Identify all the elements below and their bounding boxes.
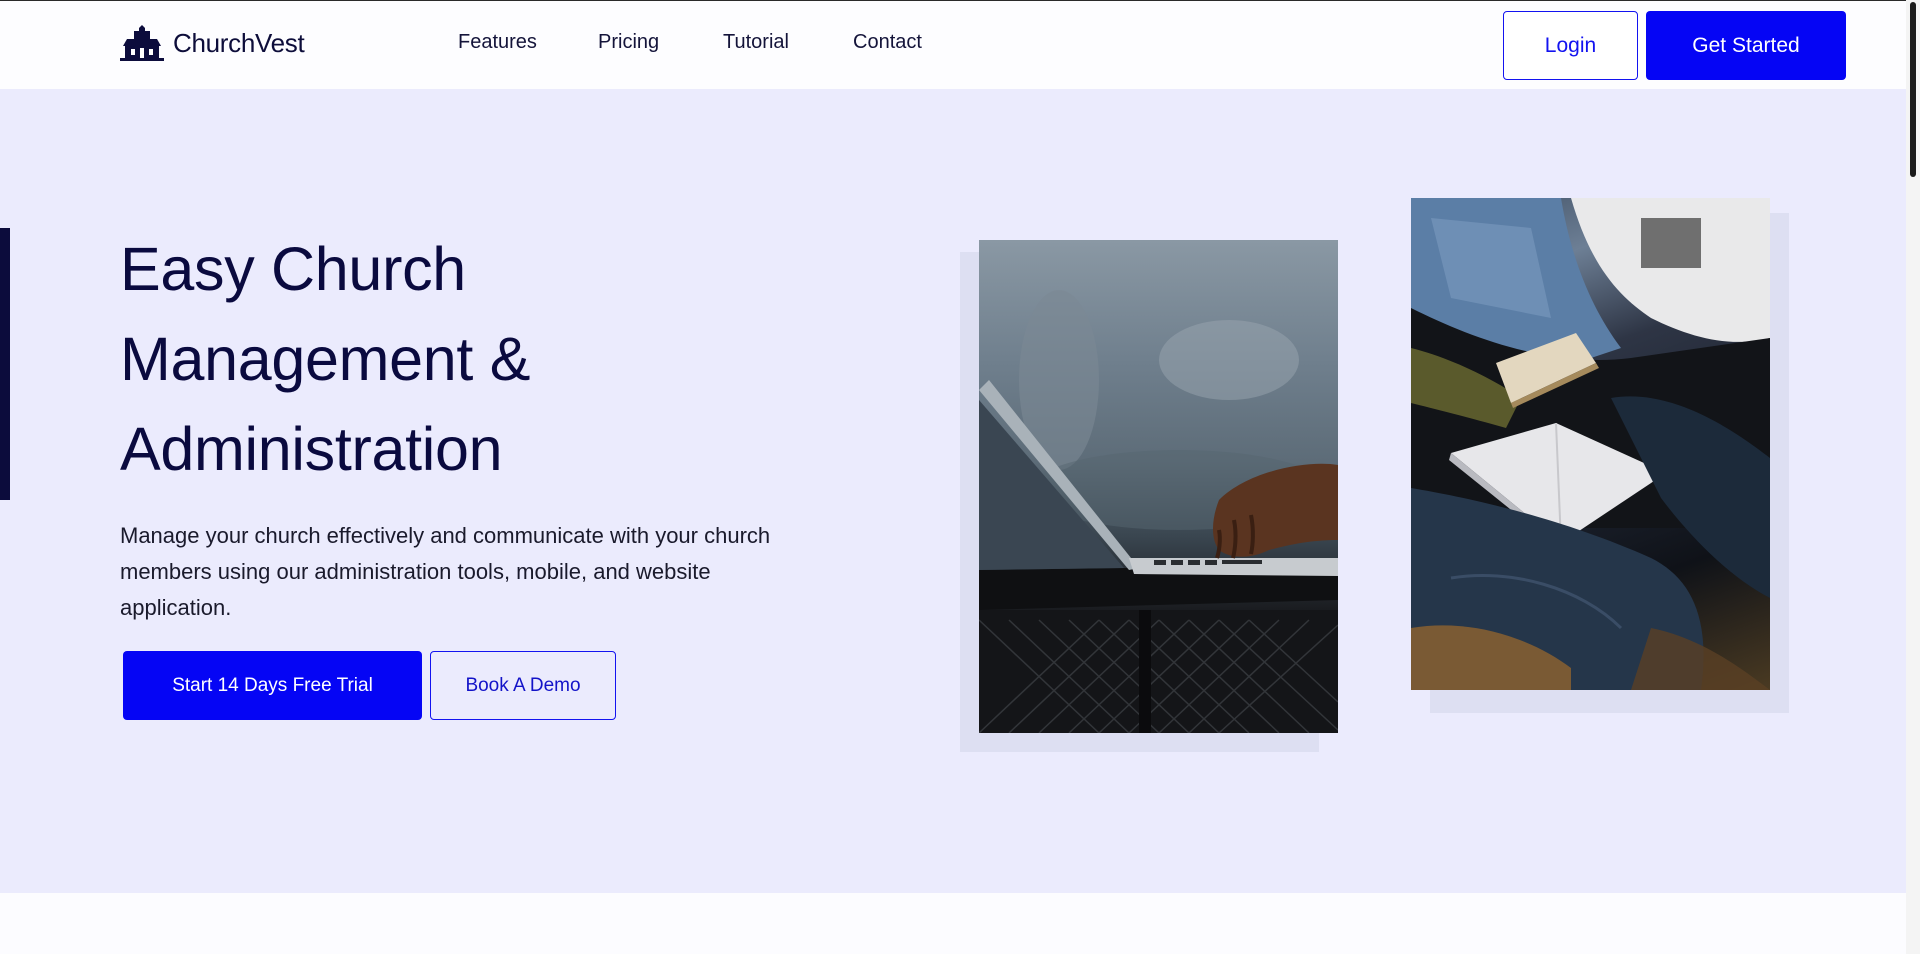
- church-members-with-bibles-photo: [1411, 198, 1770, 690]
- start-free-trial-button[interactable]: Start 14 Days Free Trial: [123, 651, 422, 720]
- page-scrollbar[interactable]: [1906, 0, 1920, 954]
- nav-contact[interactable]: Contact: [853, 31, 922, 54]
- left-accent-bar: [0, 228, 10, 500]
- scrollbar-thumb[interactable]: [1910, 2, 1916, 177]
- hero-title-line-2: Management &: [120, 325, 531, 393]
- nav-tutorial[interactable]: Tutorial: [723, 31, 853, 54]
- get-started-button[interactable]: Get Started: [1646, 11, 1846, 80]
- church-building-icon: [119, 24, 165, 62]
- book-demo-button[interactable]: Book A Demo: [430, 651, 616, 720]
- nav-pricing[interactable]: Pricing: [598, 31, 723, 54]
- brand-logo[interactable]: ChurchVest: [119, 23, 305, 63]
- hero-description: Manage your church effectively and commu…: [120, 523, 771, 620]
- hero-title-line-3: Administration: [120, 415, 503, 483]
- laptop-typing-photo: [979, 240, 1338, 733]
- nav-features[interactable]: Features: [458, 31, 598, 54]
- brand-name: ChurchVest: [173, 27, 305, 58]
- main-nav: Features Pricing Tutorial Contact: [458, 31, 922, 54]
- site-header: ChurchVest Features Pricing Tutorial Con…: [0, 1, 1906, 89]
- login-button[interactable]: Login: [1503, 11, 1638, 80]
- next-section-preview: [0, 893, 1906, 954]
- hero-title-line-1: Easy Church: [120, 235, 466, 303]
- hero-title: Easy Church Management & Administration: [120, 224, 820, 494]
